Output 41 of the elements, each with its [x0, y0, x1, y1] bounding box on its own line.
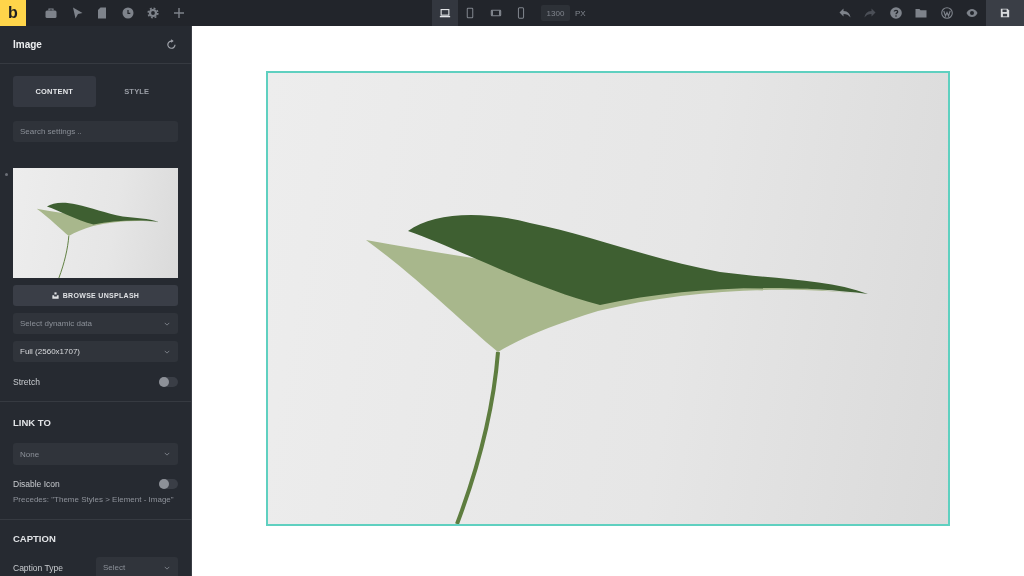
briefcase-icon[interactable]	[45, 7, 57, 19]
stretch-label: Stretch	[13, 377, 40, 387]
add-icon[interactable]	[172, 7, 185, 19]
folder-icon[interactable]	[915, 7, 927, 19]
chevron-down-icon	[164, 452, 170, 456]
hint-text: Precedes: "Theme Styles > Element - Image"	[13, 495, 175, 505]
section-heading: LINK TO	[13, 417, 52, 429]
caption-type-label: Caption Type	[13, 562, 64, 573]
section-heading: CAPTION	[13, 533, 57, 545]
laptop-icon	[438, 7, 451, 19]
disable-icon-toggle[interactable]	[159, 479, 178, 489]
device-tab[interactable]	[432, 0, 458, 26]
document-icon[interactable]	[96, 7, 108, 19]
cursor-icon[interactable]	[70, 7, 83, 19]
dynamic-data-select[interactable]: Select dynamic data	[13, 313, 178, 334]
image-size-select[interactable]: Full (2560x1707)	[13, 341, 178, 362]
circle-logo-icon[interactable]	[940, 7, 953, 19]
undo-icon[interactable]	[838, 7, 851, 19]
logo[interactable]: b	[0, 0, 26, 26]
search-field[interactable]: Search settings ..	[13, 121, 178, 142]
stretch-toggle[interactable]	[159, 377, 178, 387]
clock-icon[interactable]	[121, 7, 134, 19]
unit-label: PX	[575, 8, 586, 18]
save-icon	[1000, 8, 1010, 18]
chevron-down-icon	[164, 321, 170, 326]
link-select[interactable]: None	[13, 443, 178, 465]
save-button[interactable]	[986, 0, 1024, 26]
chevron-down-icon	[164, 565, 170, 570]
dot-icon	[4, 172, 8, 176]
chevron-down-icon	[164, 349, 170, 354]
disable-icon-label: Disable Icon	[13, 479, 60, 489]
panel-title: Image	[13, 39, 42, 50]
help-icon[interactable]	[889, 7, 902, 19]
tray-icon	[51, 292, 59, 299]
caption-type-select[interactable]: Select	[96, 557, 178, 576]
leaf-photo-drawing[interactable]	[13, 168, 178, 278]
refresh-icon[interactable]	[166, 39, 177, 50]
width-field[interactable]: 1300	[541, 5, 570, 21]
tablet-landscape-icon	[489, 7, 502, 19]
eye-icon[interactable]	[966, 7, 978, 19]
settings-icon[interactable]	[147, 7, 159, 19]
